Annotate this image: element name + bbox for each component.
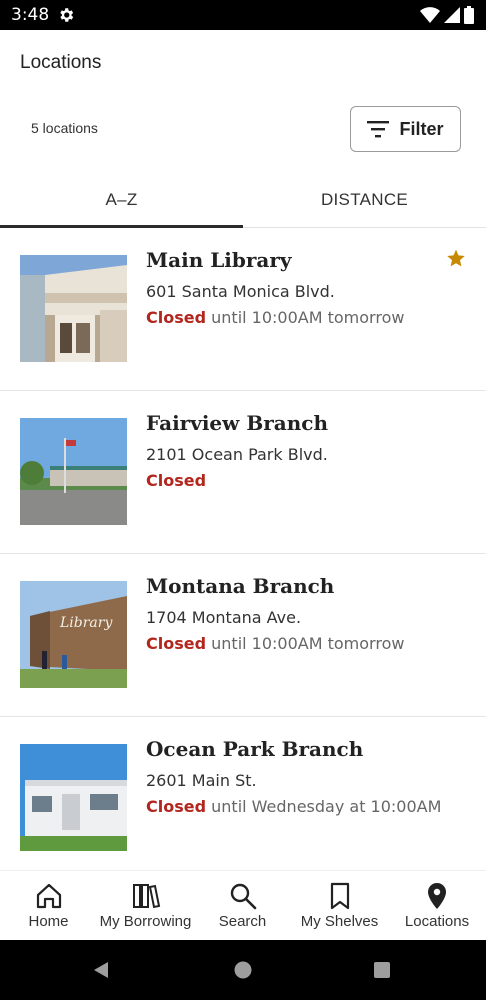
- location-hours-status: Closed until 10:00AM tomorrow: [146, 634, 404, 653]
- location-name: Montana Branch: [146, 574, 335, 598]
- home-button-icon[interactable]: [234, 961, 252, 979]
- tab-distance[interactable]: DISTANCE: [243, 172, 486, 228]
- status-closed: Closed: [146, 308, 207, 327]
- filter-label: Filter: [399, 118, 444, 139]
- location-photo: Library: [20, 581, 127, 688]
- location-photo: [20, 744, 127, 851]
- nav-label: Search: [218, 913, 267, 930]
- location-item-fairview-branch[interactable]: Fairview Branch 2101 Ocean Park Blvd. Cl…: [0, 391, 486, 554]
- status-closed: Closed: [146, 797, 207, 816]
- svg-text:Library: Library: [59, 615, 113, 631]
- sort-tabs: A–Z DISTANCE: [0, 172, 486, 228]
- home-icon: [36, 883, 61, 909]
- settings-gear-icon: [60, 8, 74, 22]
- status-detail: until 10:00AM tomorrow: [211, 308, 405, 327]
- location-item-ocean-park-branch[interactable]: Ocean Park Branch 2601 Main St. Closed u…: [0, 717, 486, 880]
- location-name: Main Library: [146, 248, 292, 272]
- tab-a-z[interactable]: A–Z: [0, 172, 243, 228]
- nav-label: My Borrowing: [99, 913, 192, 930]
- location-address: 2601 Main St.: [146, 771, 257, 790]
- status-closed: Closed: [146, 634, 207, 653]
- location-photo: [20, 255, 127, 362]
- locations-list: Main Library 601 Santa Monica Blvd. Clos…: [0, 228, 486, 880]
- location-pin-icon: [428, 883, 446, 909]
- system-navigation-bar: [0, 940, 486, 1000]
- location-hours-status: Closed until 10:00AM tomorrow: [146, 308, 404, 327]
- favorite-star-icon[interactable]: [446, 248, 466, 268]
- nav-home[interactable]: Home: [0, 871, 97, 941]
- page-title: Locations: [20, 52, 102, 73]
- location-hours-status: Closed: [146, 471, 206, 490]
- status-detail: until 10:00AM tomorrow: [211, 634, 405, 653]
- status-time: 3:48: [11, 5, 50, 25]
- location-photo: [20, 418, 127, 525]
- location-address: 1704 Montana Ave.: [146, 608, 302, 627]
- status-closed: Closed: [146, 471, 207, 490]
- location-item-main-library[interactable]: Main Library 601 Santa Monica Blvd. Clos…: [0, 228, 486, 391]
- location-name: Fairview Branch: [146, 411, 328, 435]
- books-icon: [132, 884, 160, 909]
- location-address: 2101 Ocean Park Blvd.: [146, 445, 328, 464]
- nav-my-shelves[interactable]: My Shelves: [291, 871, 388, 941]
- location-name: Ocean Park Branch: [146, 737, 364, 761]
- nav-search[interactable]: Search: [194, 871, 291, 941]
- search-icon: [230, 883, 256, 910]
- bookmark-icon: [330, 882, 349, 910]
- signal-icon: [444, 7, 460, 23]
- recents-icon[interactable]: [373, 961, 391, 979]
- filter-button[interactable]: Filter: [350, 106, 461, 152]
- bottom-navigation: Home My Borrowing Search My Shelves Loca…: [0, 870, 486, 940]
- nav-label: Locations: [404, 913, 470, 930]
- battery-icon: [464, 6, 474, 24]
- nav-label: Home: [28, 913, 69, 930]
- location-address: 601 Santa Monica Blvd.: [146, 282, 335, 301]
- status-indicators: [420, 6, 474, 24]
- status-bar: 3:48: [0, 0, 486, 30]
- nav-my-borrowing[interactable]: My Borrowing: [97, 871, 194, 941]
- location-item-montana-branch[interactable]: Library Montana Branch 1704 Montana Ave.…: [0, 554, 486, 717]
- wifi-icon: [420, 7, 440, 23]
- nav-label: My Shelves: [300, 913, 379, 930]
- status-detail: until Wednesday at 10:00AM: [211, 797, 442, 816]
- back-icon[interactable]: [92, 961, 110, 979]
- filter-icon: [367, 121, 390, 138]
- nav-locations[interactable]: Locations: [388, 871, 486, 941]
- locations-count: 5 locations: [31, 120, 98, 136]
- location-hours-status: Closed until Wednesday at 10:00AM: [146, 797, 441, 816]
